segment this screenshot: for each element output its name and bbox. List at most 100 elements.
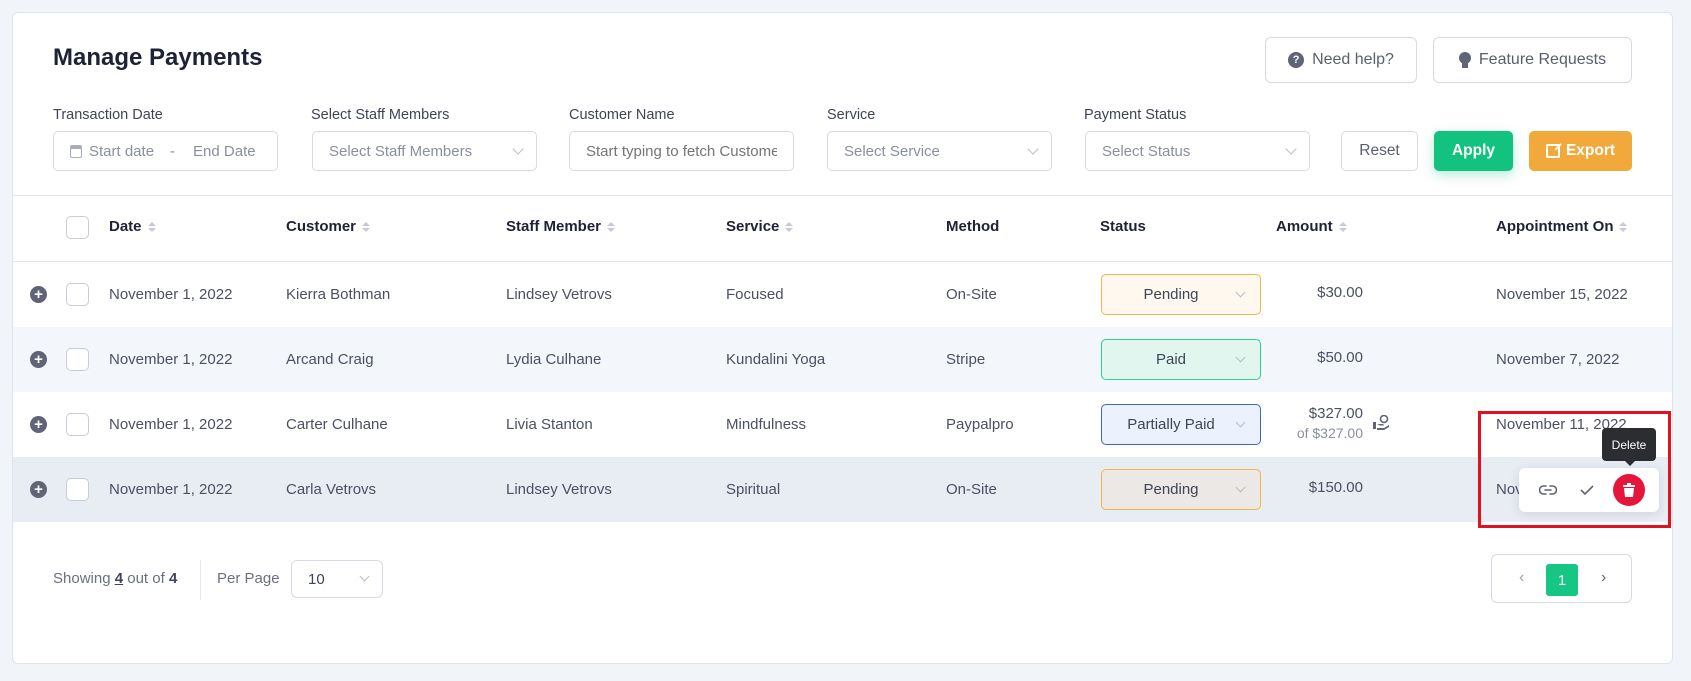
status-select[interactable]: Pending [1101,469,1261,510]
column-header-appointment-on[interactable]: Appointment On [1496,218,1628,235]
feature-requests-button[interactable]: Feature Requests [1433,37,1632,83]
cell-staff: Lindsey Vetrovs [506,286,612,303]
external-link-icon [1545,144,1560,158]
status-select[interactable]: Paid [1101,339,1261,380]
column-label: Method [946,218,1000,235]
row-checkbox[interactable] [66,413,89,436]
transaction-date-label: Transaction Date [53,107,163,123]
sort-icon[interactable] [362,221,371,232]
showing-prefix: Showing [53,570,111,587]
staff-select-placeholder: Select Staff Members [329,142,473,160]
status-select[interactable]: Partially Paid [1101,404,1261,445]
status-value: Pending [1143,481,1199,498]
cell-amount: $150.00 [1308,479,1363,496]
table-row [13,327,1672,392]
payment-status-filter-label: Payment Status [1084,107,1187,123]
column-header-method: Method [946,218,999,235]
table-row [13,392,1672,457]
cell-date: November 1, 2022 [109,416,233,433]
need-help-label: Need help? [1312,51,1394,68]
column-header-service[interactable]: Service [726,218,794,235]
staff-filter-label: Select Staff Members [311,107,450,123]
status-value: Paid [1155,351,1187,368]
cell-service: Focused [726,286,784,303]
next-page-button[interactable]: › [1601,569,1606,587]
transaction-date-range-input[interactable]: Start date - End Date [53,131,278,171]
cell-amount: $30.00 [1317,284,1363,301]
cell-date: November 1, 2022 [109,481,233,498]
sort-icon[interactable] [607,221,616,232]
end-date-placeholder[interactable]: End Date [193,143,256,160]
column-label: Appointment On [1496,218,1614,235]
cell-staff: Lindsey Vetrovs [506,481,612,498]
status-select[interactable]: Pending [1101,274,1261,315]
sort-icon[interactable] [1619,221,1628,232]
column-label: Status [1100,218,1146,235]
per-page-label: Per Page [217,570,280,587]
cell-appointment: November 15, 2022 [1496,286,1628,303]
column-label: Date [109,218,142,235]
cell-customer: Carla Vetrovs [286,481,377,498]
calendar-icon [70,144,82,158]
service-select-placeholder: Select Service [844,142,940,160]
column-label: Staff Member [506,218,602,235]
showing-total: 4 [168,570,178,587]
payment-status-select-placeholder: Select Status [1102,142,1191,160]
start-date-placeholder[interactable]: Start date [89,143,154,160]
divider [13,195,1672,196]
cell-customer: Arcand Craig [286,351,374,368]
expand-row-icon[interactable]: + [30,481,47,498]
sort-icon[interactable] [785,221,794,232]
lightbulb-icon [1458,51,1471,69]
export-label: Export [1565,142,1616,159]
sort-icon[interactable] [1338,221,1347,232]
payment-status-select[interactable]: Select Status [1085,131,1310,171]
row-checkbox[interactable] [66,478,89,501]
column-header-staff-member[interactable]: Staff Member [506,218,616,235]
chevron-down-icon [1285,143,1297,155]
customer-name-input[interactable] [569,131,794,171]
reset-button[interactable]: Reset [1341,131,1418,171]
select-all-checkbox[interactable] [66,216,89,239]
cell-service: Kundalini Yoga [726,351,826,368]
column-label: Service [726,218,780,235]
cell-customer: Carter Culhane [286,416,388,433]
per-page-value: 10 [308,570,325,588]
status-value: Partially Paid [1127,416,1215,433]
prev-page-button[interactable]: ‹ [1519,569,1524,587]
cell-amount: $327.00 [1308,405,1363,422]
column-header-status: Status [1100,218,1146,235]
hand-coin-icon[interactable] [1372,415,1390,431]
showing-mid: out of [127,570,165,587]
column-header-customer[interactable]: Customer [286,218,371,235]
table-row [13,457,1672,522]
cell-date: November 1, 2022 [109,286,233,303]
need-help-button[interactable]: ? Need help? [1265,37,1417,83]
expand-row-icon[interactable]: + [30,286,47,303]
row-checkbox[interactable] [66,283,89,306]
service-filter-label: Service [827,107,876,123]
question-icon: ? [1288,52,1305,68]
cell-date: November 1, 2022 [109,351,233,368]
expand-row-icon[interactable]: + [30,416,47,433]
cell-method: Stripe [946,351,986,368]
status-value: Pending [1143,286,1199,303]
export-button[interactable]: Export [1529,131,1632,171]
cell-staff: Lydia Culhane [506,351,602,368]
column-header-amount[interactable]: Amount [1276,218,1347,235]
chevron-down-icon [512,143,524,155]
table-row [13,262,1672,327]
footer-separator [200,560,201,600]
staff-select[interactable]: Select Staff Members [312,131,537,171]
per-page-select[interactable]: 10 [291,560,383,598]
column-label: Customer [286,218,357,235]
cell-amount-total: of $327.00 [1296,425,1363,441]
row-checkbox[interactable] [66,348,89,371]
service-select[interactable]: Select Service [827,131,1052,171]
apply-button[interactable]: Apply [1434,131,1513,171]
page-1-button[interactable]: 1 [1546,564,1578,596]
expand-row-icon[interactable]: + [30,351,47,368]
column-header-date[interactable]: Date [109,218,156,235]
cell-service: Mindfulness [726,416,807,433]
sort-icon[interactable] [147,221,156,232]
